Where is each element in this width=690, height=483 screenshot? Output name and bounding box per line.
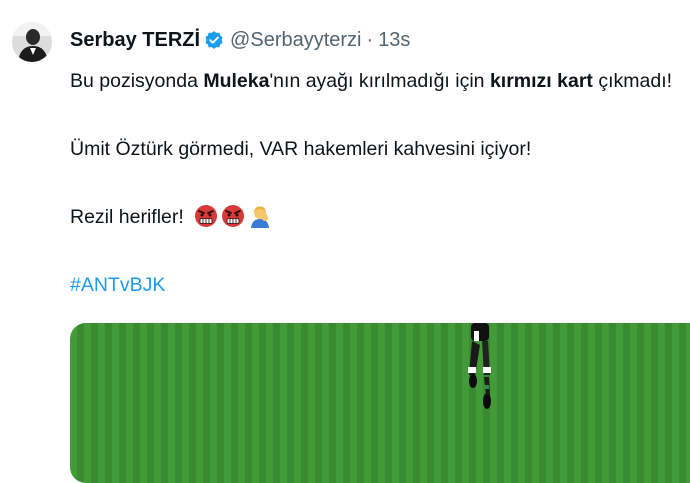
- bold-segment: Muleka: [203, 70, 270, 92]
- woman-facepalming-icon: [248, 204, 272, 228]
- hashtag-link[interactable]: #ANTvBJK: [70, 272, 165, 298]
- tweet-media-image[interactable]: [70, 323, 690, 483]
- bold-segment: kırmızı kart: [489, 70, 593, 92]
- author-name[interactable]: Serbay TERZİ: [70, 29, 200, 52]
- tweet-text-line-3: Rezil herifler!: [70, 204, 275, 230]
- football-pitch-photo: [70, 323, 690, 483]
- text-segment: Bu pozisyonda: [70, 70, 204, 92]
- tweet-timestamp[interactable]: 13s: [378, 29, 410, 52]
- avatar-photo: [12, 22, 52, 62]
- tweet-text-line-1: Bu pozisyonda Muleka'nın ayağı kırılmadı…: [70, 68, 672, 94]
- verified-badge-icon[interactable]: [204, 30, 224, 50]
- tweet-text-line-2: Ümit Öztürk görmedi, VAR hakemleri kahve…: [70, 138, 532, 160]
- tweet-header: Serbay TERZİ @Serbayyterzi · 13s: [70, 28, 410, 52]
- text-segment: çıkmadı!: [592, 70, 673, 92]
- angry-face-icon: [194, 204, 218, 228]
- separator-dot: ·: [366, 28, 374, 51]
- avatar[interactable]: [12, 22, 52, 62]
- text-segment: 'nın ayağı kırılmadığı için: [269, 70, 490, 92]
- text-segment: Rezil herifler!: [70, 206, 184, 228]
- author-handle[interactable]: @Serbayyterzi: [230, 29, 361, 52]
- angry-face-icon: [221, 204, 245, 228]
